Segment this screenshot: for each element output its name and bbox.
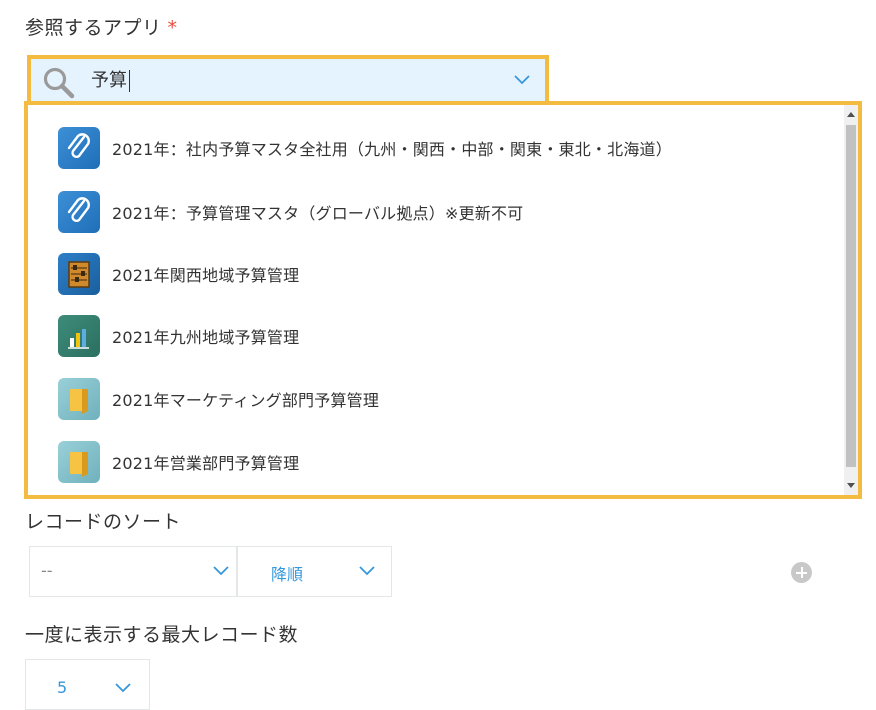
list-item-label: 2021年マーケティング部門予算管理 xyxy=(112,391,380,410)
list-item[interactable]: 2021年関西地域予算管理 xyxy=(58,252,299,296)
list-item[interactable]: 2021年：予算管理マスタ（グローバル拠点）※更新不可 xyxy=(58,190,523,234)
app-search-combobox[interactable]: 予算 xyxy=(27,55,549,107)
chevron-down-icon xyxy=(213,566,229,576)
required-mark: * xyxy=(167,17,178,39)
list-item-label: 2021年関西地域予算管理 xyxy=(112,266,300,285)
list-item[interactable]: 2021年：社内予算マスタ全社用（九州・関西・中部・関東・東北・北海道） xyxy=(58,126,672,170)
sort-order-select[interactable]: 降順 xyxy=(237,546,392,597)
list-item-label: 2021年：社内予算マスタ全社用（九州・関西・中部・関東・東北・北海道） xyxy=(112,140,672,159)
app-dropdown-list[interactable]: 2021年：社内予算マスタ全社用（九州・関西・中部・関東・東北・北海道） 202… xyxy=(24,101,862,499)
add-sort-button[interactable] xyxy=(791,562,812,583)
paperclip-icon xyxy=(58,191,100,233)
chevron-down-icon xyxy=(359,566,375,576)
abacus-icon xyxy=(58,253,100,295)
app-field-label: 参照するアプリ * xyxy=(25,13,178,40)
search-icon xyxy=(43,67,75,99)
sort-field-select[interactable]: -- xyxy=(29,546,237,597)
sort-order-value: 降順 xyxy=(271,565,304,584)
max-records-select[interactable]: 5 xyxy=(25,659,150,710)
list-item[interactable]: 2021年マーケティング部門予算管理 xyxy=(58,377,379,421)
max-records-value: 5 xyxy=(57,678,68,697)
max-records-label: 一度に表示する最大レコード数 xyxy=(25,624,299,646)
scroll-up-arrow-icon[interactable] xyxy=(847,112,855,117)
scroll-down-arrow-icon[interactable] xyxy=(847,483,855,488)
chevron-down-icon xyxy=(115,683,131,693)
chevron-down-icon[interactable] xyxy=(513,73,531,87)
list-item[interactable]: 2021年九州地域予算管理 xyxy=(58,314,299,358)
list-item-label: 2021年営業部門予算管理 xyxy=(112,454,300,473)
sort-label: レコードのソート xyxy=(25,511,182,533)
bar-chart-icon xyxy=(58,315,100,357)
list-item-label: 2021年九州地域予算管理 xyxy=(112,328,300,347)
scrollbar-thumb[interactable] xyxy=(846,125,856,467)
folder-icon xyxy=(58,441,100,483)
sort-field-value: -- xyxy=(41,561,53,580)
paperclip-icon xyxy=(58,127,100,169)
folder-icon xyxy=(58,378,100,420)
list-item[interactable]: 2021年営業部門予算管理 xyxy=(58,440,299,484)
list-item-label: 2021年：予算管理マスタ（グローバル拠点）※更新不可 xyxy=(112,204,524,223)
app-field-label-text: 参照するアプリ xyxy=(25,17,162,39)
dropdown-scrollbar[interactable] xyxy=(844,105,858,495)
search-input[interactable]: 予算 xyxy=(91,70,130,92)
